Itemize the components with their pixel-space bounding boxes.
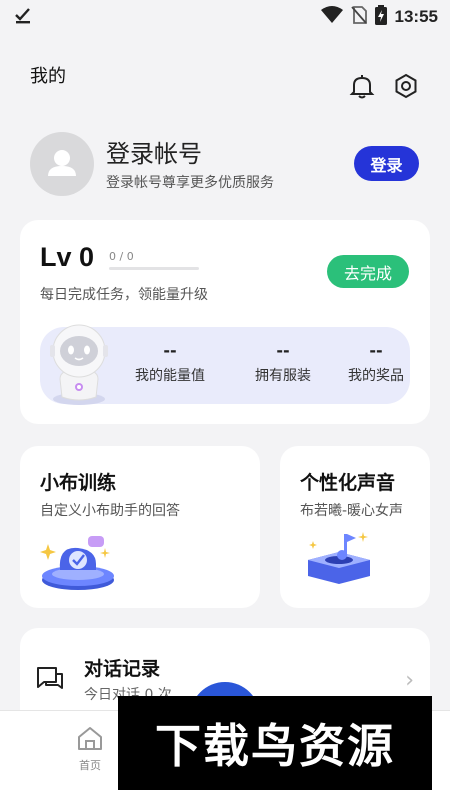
- training-subtitle: 自定义小布助手的回答: [40, 503, 180, 519]
- stat-outfits-value: --: [276, 341, 290, 360]
- stats-panel: -- 我的能量值 -- 拥有服装 -- 我的奖品: [40, 324, 410, 405]
- watermark-text: 下载鸟资源: [155, 719, 395, 773]
- level-card: Lv 0 0 / 0 每日完成任务，领能量升级 去完成 -- 我的能量值 -- …: [20, 220, 430, 424]
- chat-bubbles-icon: [36, 666, 64, 692]
- chevron-right-icon: ›: [405, 668, 414, 693]
- status-bar: 13:55: [0, 0, 450, 32]
- stat-outfits[interactable]: -- 拥有服装: [233, 341, 333, 385]
- stat-energy[interactable]: -- 我的能量值: [120, 341, 220, 385]
- login-button[interactable]: 登录: [354, 146, 419, 181]
- level-progress-bar: [109, 267, 199, 270]
- bell-icon[interactable]: [348, 72, 376, 100]
- user-placeholder-icon: [48, 150, 76, 176]
- avatar[interactable]: [30, 132, 94, 196]
- chat-history-title: 对话记录: [84, 658, 161, 680]
- nav-home-label: 首页: [79, 759, 101, 772]
- clock: 13:55: [394, 7, 438, 26]
- no-sim-icon: [350, 6, 367, 28]
- login-title[interactable]: 登录帐号: [106, 134, 202, 169]
- stat-prizes[interactable]: -- 我的奖品: [326, 341, 426, 385]
- training-card[interactable]: 小布训练 自定义小布助手的回答: [20, 446, 260, 608]
- stat-energy-value: --: [163, 341, 177, 360]
- stat-prizes-label: 我的奖品: [348, 368, 404, 384]
- stat-energy-label: 我的能量值: [135, 368, 205, 384]
- nav-home[interactable]: 首页: [70, 725, 110, 773]
- stat-prizes-value: --: [369, 341, 383, 360]
- page-title: 我的: [30, 66, 66, 87]
- home-icon: [78, 727, 102, 750]
- login-subtitle: 登录帐号尊享更多优质服务: [106, 175, 274, 191]
- music-box-icon: [304, 530, 374, 590]
- training-title: 小布训练: [40, 472, 117, 494]
- voice-title: 个性化声音: [300, 472, 396, 494]
- robot-mascot-icon: [38, 319, 120, 407]
- wifi-icon: [320, 6, 343, 28]
- level-progress-text: 0 / 0: [109, 250, 134, 263]
- download-done-icon: [14, 6, 32, 29]
- level-description: 每日完成任务，领能量升级: [40, 287, 208, 303]
- settings-icon[interactable]: [392, 72, 420, 100]
- level-title: Lv 0: [40, 242, 95, 272]
- voice-card[interactable]: 个性化声音 布若曦-暖心女声: [280, 446, 430, 608]
- voice-subtitle: 布若曦-暖心女声: [300, 503, 404, 519]
- complete-tasks-button[interactable]: 去完成: [327, 255, 409, 288]
- watermark-banner: 下载鸟资源: [118, 696, 432, 790]
- stat-outfits-label: 拥有服装: [255, 368, 311, 384]
- whistle-icon: [38, 530, 118, 596]
- battery-icon: [374, 5, 387, 29]
